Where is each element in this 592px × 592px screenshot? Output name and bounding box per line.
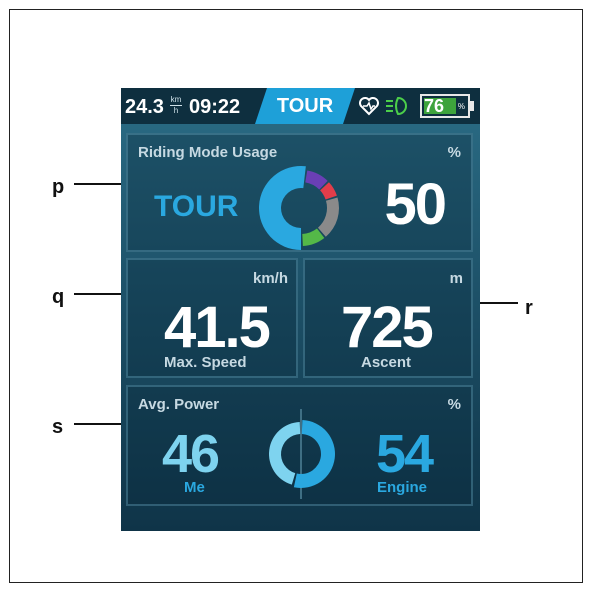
battery-level: 76	[424, 96, 445, 116]
power-split-donut-chart	[269, 409, 335, 499]
avg-power-panel: Avg. Power % 46 Me 54 Engine	[126, 385, 473, 506]
callout-s: s	[52, 416, 64, 438]
clock: 09:22	[189, 96, 241, 118]
heart-rate-icon	[359, 97, 379, 116]
engine-power-label: Engine	[377, 479, 428, 496]
speed-unit-top: km	[170, 95, 182, 104]
callout-r: r	[525, 297, 533, 319]
callout-q: q	[52, 286, 65, 308]
my-power-label: Me	[184, 479, 205, 496]
ascent-label: Ascent	[361, 354, 412, 371]
speed-unit-bottom: h	[173, 106, 179, 115]
status-bar: 24.3 km h 09:22 TOUR 76 %	[121, 88, 480, 124]
ascent-unit: m	[449, 270, 463, 287]
bike-computer-screen: 24.3 km h 09:22 TOUR 76 % Riding Mode Us…	[121, 88, 480, 531]
engine-power-value: 54	[376, 424, 434, 484]
riding-mode-usage-unit: %	[447, 144, 461, 161]
avg-power-unit: %	[447, 396, 461, 413]
current-speed: 24.3	[125, 96, 164, 118]
donut-segment-mode-4	[317, 197, 339, 237]
riding-mode-name: TOUR	[154, 190, 239, 223]
battery-tip	[470, 101, 474, 111]
max-speed-label: Max. Speed	[164, 354, 247, 371]
riding-mode-label: TOUR	[276, 95, 334, 117]
riding-mode-percent: 50	[384, 172, 446, 237]
max-speed-panel: km/h 41.5 Max. Speed	[126, 258, 298, 378]
donut-segment-tour	[259, 166, 306, 250]
callout-p: p	[52, 176, 65, 198]
battery-unit: %	[457, 102, 465, 111]
light-icon	[386, 96, 407, 116]
speed-unit: km h	[170, 95, 182, 115]
max-speed-value: 41.5	[164, 295, 271, 360]
riding-mode-usage-panel: Riding Mode Usage % TOUR 50	[126, 133, 473, 252]
avg-power-title: Avg. Power	[138, 396, 220, 413]
ascent-value: 725	[341, 295, 434, 360]
riding-mode-usage-title: Riding Mode Usage	[138, 144, 278, 161]
riding-mode-donut-chart	[259, 166, 339, 250]
max-speed-unit: km/h	[252, 270, 288, 287]
battery-icon: 76 %	[420, 94, 470, 118]
ascent-panel: m 725 Ascent	[303, 258, 473, 378]
my-power-value: 46	[162, 424, 220, 484]
donut-segment-me	[269, 422, 301, 485]
